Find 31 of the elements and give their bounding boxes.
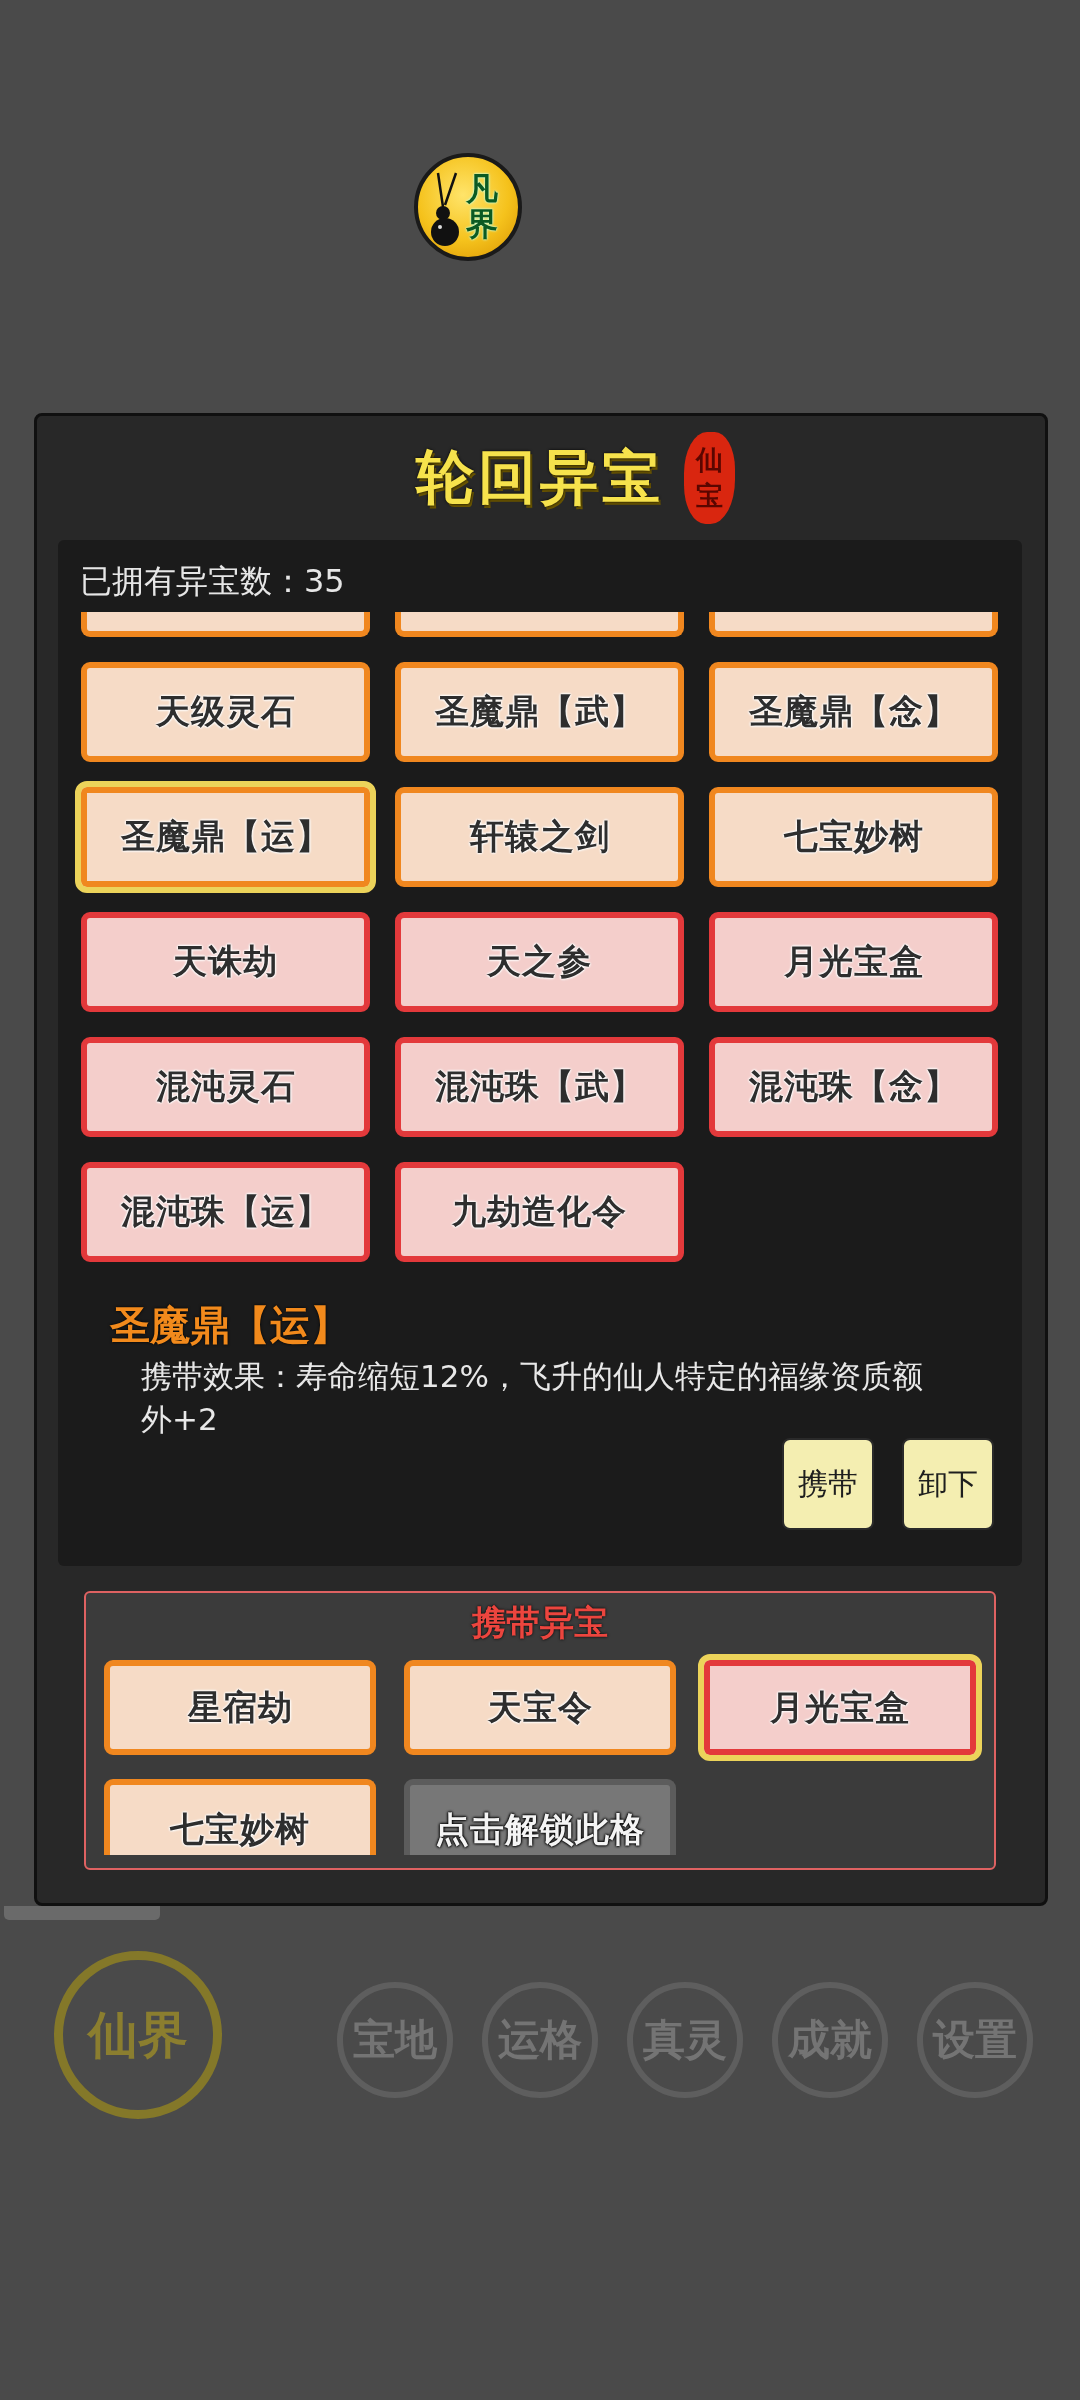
seal-stamp: 仙宝 [684,432,735,524]
treasure-tile[interactable]: 圣魔鼎【念】 [709,662,998,762]
treasure-tile[interactable] [709,612,998,637]
owned-count: 已拥有异宝数：35 [80,562,345,600]
carried-title: 携带异宝 [472,1602,608,1642]
treasure-tile[interactable]: 圣魔鼎【武】 [395,662,684,762]
treasure-tile[interactable]: 天宝令 [404,1660,676,1755]
treasure-tile[interactable]: 混沌珠【运】 [81,1162,370,1262]
treasure-tile[interactable]: 混沌珠【念】 [709,1037,998,1137]
treasure-tile[interactable]: 月光宝盒 [698,1654,982,1761]
locked-slot[interactable]: 点击解锁此格 [404,1779,676,1855]
treasure-tile[interactable]: 七宝妙树 [104,1779,376,1855]
treasure-tile[interactable]: 圣魔鼎【运】 [75,781,376,893]
dialog-title: 轮回异宝 [416,442,664,513]
unload-button[interactable]: 卸下 [902,1438,994,1530]
treasure-tile[interactable]: 混沌珠【武】 [395,1037,684,1137]
treasure-tile[interactable]: 天诛劫 [81,912,370,1012]
treasure-tile[interactable]: 星宿劫 [104,1660,376,1755]
treasure-tile[interactable]: 九劫造化令 [395,1162,684,1262]
treasure-tile[interactable]: 天级灵石 [81,662,370,762]
treasure-tile[interactable]: 混沌灵石 [81,1037,370,1137]
treasure-tile[interactable] [395,612,684,637]
treasure-tile[interactable]: 七宝妙树 [709,787,998,887]
effect-description: 携带效果：寿命缩短12%，飞升的仙人特定的福缘资质额外+2 [141,1357,924,1439]
carry-button[interactable]: 携带 [782,1438,874,1530]
treasure-tile[interactable]: 天之参 [395,912,684,1012]
realm-badge[interactable]: 凡界 [414,153,522,261]
treasure-tile[interactable] [81,612,370,637]
treasure-name: 圣魔鼎【运】 [110,1301,350,1348]
treasure-tile[interactable]: 轩辕之剑 [395,787,684,887]
treasure-tile[interactable]: 月光宝盒 [709,912,998,1012]
